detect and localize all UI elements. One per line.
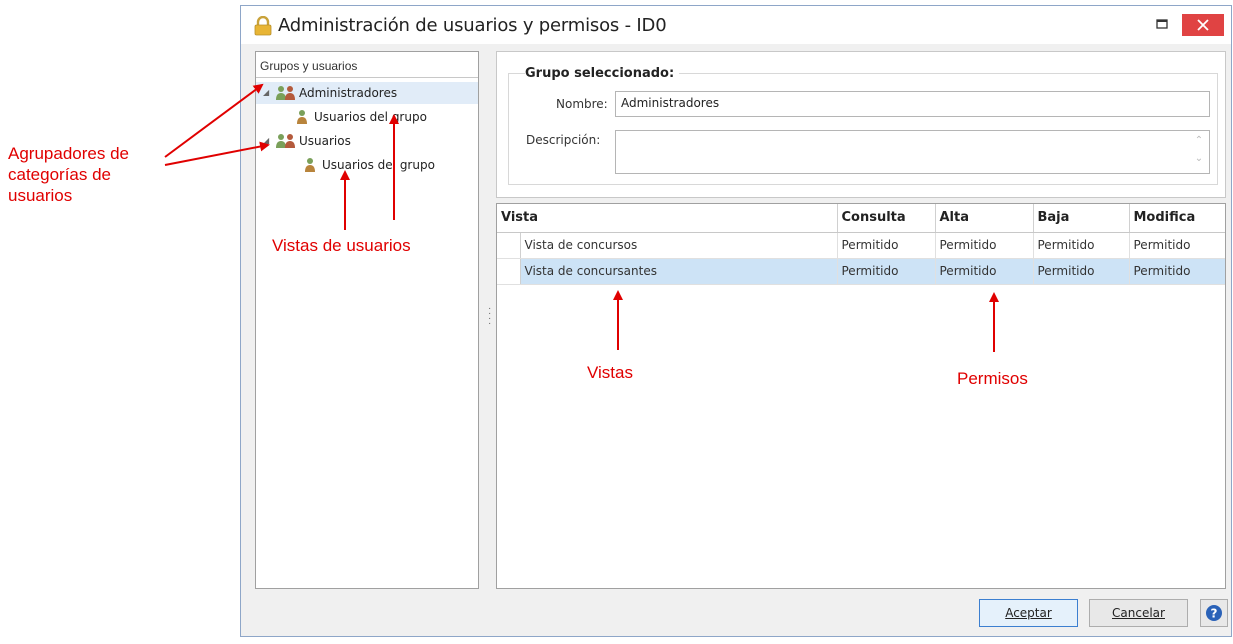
arrow-to-usuarios: [164, 141, 270, 166]
annotation-arrows: [164, 83, 999, 352]
arrow-to-administradores: [164, 83, 264, 158]
